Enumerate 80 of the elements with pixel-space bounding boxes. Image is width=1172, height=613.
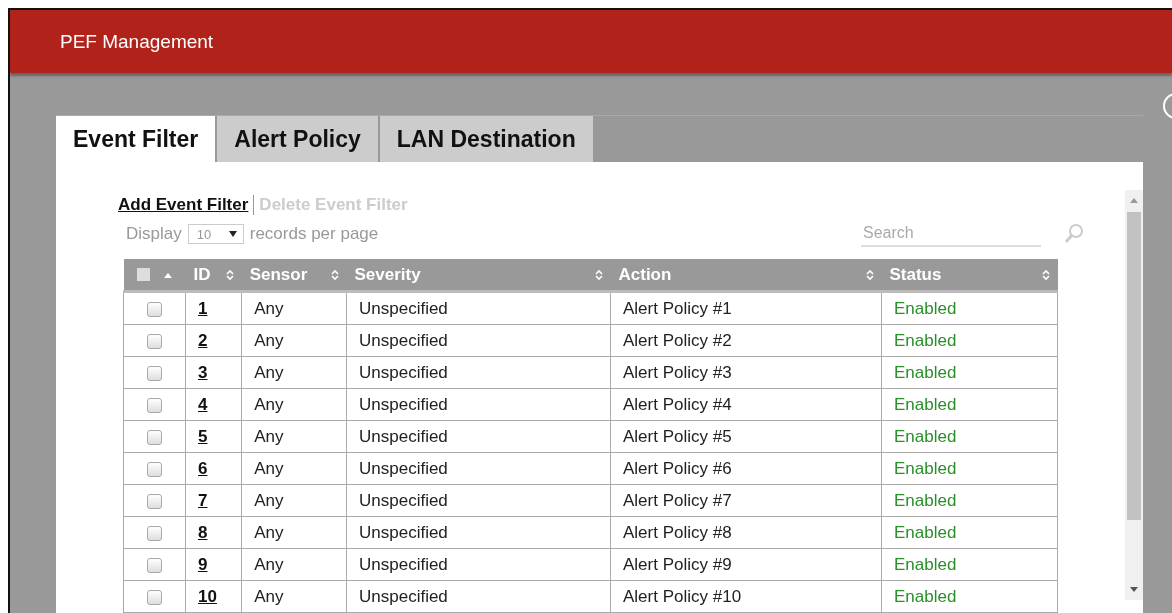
records-label: records per page [249,224,379,244]
table-cell: Unspecified [346,291,611,325]
table-cell: Alert Policy #2 [610,324,882,357]
row-checkbox[interactable] [147,429,162,445]
table-cell: Any [241,548,347,581]
sort-icon[interactable] [330,268,339,281]
row-checkbox[interactable] [147,557,162,573]
table-cell[interactable]: 2 [185,324,242,357]
scroll-down-icon[interactable] [1130,587,1138,592]
table-cell: Any [241,420,347,453]
page-title: PEF Management [60,30,214,53]
table-cell: Enabled [881,291,1058,325]
table-cell: Any [241,324,347,357]
table-cell: Alert Policy #5 [610,420,882,453]
table-cell: Unspecified [346,484,611,517]
sort-icon[interactable] [225,268,234,281]
row-checkbox[interactable] [147,397,162,413]
table-cell: Enabled [881,516,1058,549]
row-checkbox[interactable] [147,365,162,381]
table-cell: Any [241,452,347,485]
table-cell: Alert Policy #1 [610,291,882,325]
caret-icon [228,231,237,237]
table-cell: Enabled [881,484,1058,517]
sort-icon[interactable] [865,268,874,281]
table-cell: Enabled [881,388,1058,421]
table-cell[interactable]: 7 [185,484,242,517]
table-cell: Enabled [881,420,1058,453]
table-cell: Alert Policy #3 [610,356,882,389]
table-cell[interactable]: 5 [185,420,242,453]
table-cell[interactable]: 1 [185,291,242,325]
sort-icon[interactable] [1041,268,1050,281]
select-all-checkbox[interactable] [137,268,150,281]
row-checkbox[interactable] [147,461,162,477]
table-cell[interactable]: 3 [185,356,242,389]
table-cell: Unspecified [346,580,611,613]
row-checkbox[interactable] [147,589,162,605]
table-cell: Any [241,291,347,325]
table-cell: Alert Policy #8 [610,516,882,549]
table-cell[interactable]: 10 [185,580,242,613]
table-cell: Unspecified [346,420,611,453]
table-cell: Unspecified [346,388,611,421]
table-cell: Any [241,580,347,613]
tab[interactable]: Event Filter [56,116,218,162]
row-checkbox[interactable] [147,333,162,349]
table-cell: Unspecified [346,548,611,581]
row-checkbox[interactable] [147,525,162,541]
row-checkbox[interactable] [147,493,162,509]
scrollbar-thumb[interactable] [1127,212,1141,520]
table-cell: Alert Policy #4 [610,388,882,421]
scroll-up-icon[interactable] [1130,198,1138,203]
search-icon [1063,223,1085,245]
table-cell: Enabled [881,324,1058,357]
table-cell: Unspecified [346,324,611,357]
table-cell: Any [241,516,347,549]
table-cell[interactable]: 6 [185,452,242,485]
table-cell: Unspecified [346,356,611,389]
table-cell[interactable]: 4 [185,388,242,421]
tab[interactable]: Alert Policy [217,116,380,162]
table-cell: Enabled [881,548,1058,581]
table-cell: Alert Policy #6 [610,452,882,485]
table-cell: Any [241,356,347,389]
display-label: Display [126,224,182,244]
table-cell: Alert Policy #7 [610,484,882,517]
table-cell: Enabled [881,356,1058,389]
row-checkbox[interactable] [147,301,162,317]
table-cell: Unspecified [346,516,611,549]
action-link[interactable]: Add Event Filter [118,195,249,215]
tab[interactable]: LAN Destination [379,116,595,162]
table-cell: Unspecified [346,452,611,485]
table-cell: Alert Policy #9 [610,548,882,581]
table-cell: Alert Policy #10 [610,580,882,613]
table-cell[interactable]: 9 [185,548,242,581]
sort-ascending-icon[interactable] [164,271,172,278]
table-cell[interactable]: 8 [185,516,242,549]
table-cell: Any [241,484,347,517]
table-cell: Enabled [881,580,1058,613]
table-cell: Any [241,388,347,421]
sort-icon[interactable] [594,268,603,281]
scrollbar[interactable] [1125,190,1143,600]
table-cell: Enabled [881,452,1058,485]
